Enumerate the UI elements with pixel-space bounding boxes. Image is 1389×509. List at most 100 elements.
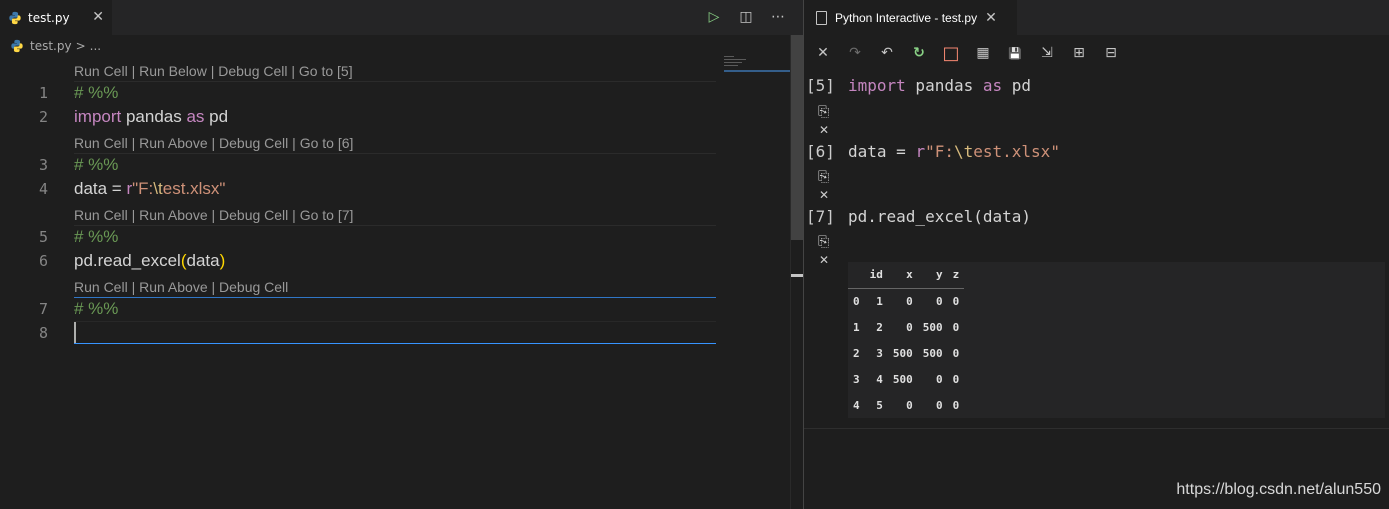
column-header [848, 262, 865, 289]
vertical-scrollbar[interactable] [790, 35, 803, 509]
run-file-icon[interactable]: ▷ [705, 8, 723, 26]
tab-label: test.py [28, 10, 70, 25]
tab-label: Python Interactive - test.py [835, 10, 978, 25]
restart-kernel-icon[interactable]: ↻ [910, 44, 928, 62]
code-line-6[interactable]: pd.read_excel(data) [74, 249, 225, 273]
row-index: 0 [853, 294, 860, 308]
breadcrumb-file[interactable]: test.py [30, 39, 72, 53]
goto-code-icon[interactable]: ⎘ [818, 234, 829, 250]
table-cell: 0 [952, 320, 960, 334]
undo-icon[interactable]: ↶ [878, 44, 896, 62]
table-cell: 0 [952, 294, 960, 308]
table-cell: 4 [876, 372, 883, 386]
clear-all-icon[interactable]: ✕ [814, 44, 832, 62]
escape-token: \t [953, 142, 974, 161]
table-row: 2 3 500 500 0 [848, 340, 964, 366]
line-number: 2 [38, 108, 48, 126]
cell-input[interactable]: data = r"F:\test.xlsx" [848, 142, 1060, 161]
tab-python-interactive[interactable]: Python Interactive - test.py ✕ [804, 0, 1017, 35]
string-token: est.xlsx" [162, 179, 226, 198]
code-line-2[interactable]: import pandas as pd [74, 105, 228, 129]
line-number: 8 [38, 324, 48, 342]
interrupt-kernel-icon[interactable]: □ [942, 43, 960, 64]
row-index: 1 [853, 320, 860, 334]
table-cell: 0 [906, 294, 913, 308]
interactive-toolbar: ✕ ↷ ↶ ↻ □ ▦ 💾 ⇲ ⊞ ⊟ [804, 42, 1389, 64]
python-interactive-window: Python Interactive - test.py ✕ ✕ ↷ ↶ ↻ □… [804, 0, 1389, 509]
close-tab-icon[interactable]: ✕ [92, 9, 104, 25]
string-prefix-token: r [915, 142, 926, 161]
table-cell: 0 [936, 294, 943, 308]
file-icon [816, 10, 827, 25]
delete-cell-icon[interactable]: ✕ [819, 253, 829, 267]
more-actions-icon[interactable]: ⋯ [769, 8, 787, 26]
column-header: id [864, 262, 888, 289]
execution-count: [6] [806, 142, 835, 161]
python-icon [9, 11, 21, 24]
module-token: pandas [121, 107, 187, 126]
scrollbar-thumb[interactable] [791, 35, 803, 240]
codelens-cell-4[interactable]: Run Cell | Run Above | Debug Cell [74, 277, 288, 297]
variables-icon[interactable]: ▦ [974, 44, 992, 62]
string-token: "F: [925, 142, 954, 161]
row-index: 3 [853, 372, 860, 386]
collapse-all-icon[interactable]: ⊟ [1102, 44, 1120, 62]
code-line-5[interactable]: # %% [74, 225, 118, 249]
close-tab-icon[interactable]: ✕ [985, 9, 997, 26]
alias-token: pd [1002, 76, 1032, 95]
export-icon[interactable]: ⇲ [1038, 44, 1056, 62]
codelens-cell-3[interactable]: Run Cell | Run Above | Debug Cell | Go t… [74, 205, 353, 225]
chevron-right-icon: > [75, 39, 86, 53]
table-row: 1 2 0 500 0 [848, 314, 964, 340]
table-cell: 500 [892, 346, 913, 360]
split-editor-icon[interactable]: ◫ [737, 8, 755, 26]
interactive-tab-bar: Python Interactive - test.py ✕ [804, 0, 1389, 35]
table-cell: 2 [876, 320, 883, 334]
code-line-1[interactable]: # %% [74, 81, 118, 105]
current-line-highlight[interactable] [74, 321, 716, 344]
cell-divider [74, 81, 716, 82]
cell-input[interactable]: pd.read_excel(data) [848, 207, 1031, 226]
minimap-viewport[interactable] [724, 70, 790, 72]
string-token: est.xlsx" [973, 142, 1060, 161]
code-editor: test.py ✕ ▷ ◫ ⋯ test.py > ... Run Cell |… [0, 0, 803, 509]
breadcrumb-more[interactable]: ... [90, 39, 101, 53]
keyword-token: as [982, 76, 1003, 95]
cell-divider [74, 153, 716, 154]
table-cell: 0 [936, 372, 943, 386]
codelens-cell-1[interactable]: Run Cell | Run Below | Debug Cell | Go t… [74, 61, 353, 81]
table-cell: 500 [922, 346, 943, 360]
code-line-3[interactable]: # %% [74, 153, 118, 177]
table-cell: 0 [906, 398, 913, 412]
line-number: 7 [38, 300, 48, 318]
column-header: z [947, 262, 965, 289]
save-icon[interactable]: 💾 [1006, 44, 1024, 62]
execution-count: [7] [806, 207, 835, 226]
cell-input[interactable]: import pandas as pd [848, 76, 1031, 95]
tab-test-py[interactable]: test.py ✕ [0, 0, 112, 35]
editor-actions: ▷ ◫ ⋯ [705, 8, 787, 26]
row-index: 2 [853, 346, 860, 360]
text-cursor [74, 322, 76, 343]
editor-tab-bar: test.py ✕ ▷ ◫ ⋯ [0, 0, 803, 35]
variable-token: data = [74, 179, 127, 198]
paren-token: ) [219, 251, 226, 270]
codelens-cell-2[interactable]: Run Cell | Run Above | Debug Cell | Go t… [74, 133, 353, 153]
delete-cell-icon[interactable]: ✕ [819, 123, 829, 137]
watermark-text: https://blog.csdn.net/alun550 [1176, 481, 1381, 498]
table-cell: 0 [936, 398, 943, 412]
table-cell: 0 [952, 372, 960, 386]
redo-icon[interactable]: ↷ [846, 44, 864, 62]
keyword-token: as [186, 107, 205, 126]
line-number: 1 [38, 84, 48, 102]
scrollbar-cursor-marker [791, 274, 803, 277]
delete-cell-icon[interactable]: ✕ [819, 188, 829, 202]
table-cell: 1 [876, 294, 883, 308]
expand-all-icon[interactable]: ⊞ [1070, 44, 1088, 62]
code-line-7[interactable]: # %% [74, 297, 118, 321]
table-header-row: id x y z [848, 262, 965, 289]
code-line-4[interactable]: data = r"F:\test.xlsx" [74, 177, 225, 201]
table-cell: 5 [876, 398, 883, 412]
goto-code-icon[interactable]: ⎘ [818, 169, 829, 185]
goto-code-icon[interactable]: ⎘ [818, 104, 829, 120]
